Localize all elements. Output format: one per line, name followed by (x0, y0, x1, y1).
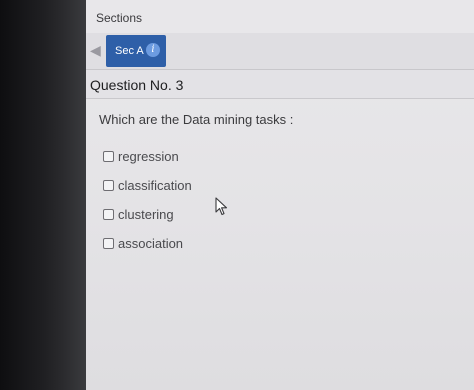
checkbox[interactable] (103, 179, 114, 191)
checkbox[interactable] (103, 150, 114, 162)
previous-section-icon[interactable]: ◀ (90, 42, 101, 59)
checkbox[interactable] (103, 208, 114, 220)
mouse-cursor-icon (215, 197, 228, 216)
sections-bar: Sections (86, 0, 474, 34)
monitor-bezel (0, 0, 62, 390)
option-label: association (118, 235, 184, 251)
sections-label: Sections (96, 11, 143, 25)
option-classification[interactable]: classification (103, 176, 192, 194)
option-label: classification (118, 177, 192, 193)
info-icon[interactable]: i (146, 43, 160, 57)
quiz-screen: Sections ◀ Sec A i Question No. 3 Which … (86, 0, 474, 390)
question-text: Which are the Data mining tasks : (99, 112, 294, 127)
question-number: Question No. 3 (90, 77, 184, 93)
section-tabs: ◀ Sec A i (86, 33, 474, 70)
screen-edge (62, 0, 86, 390)
option-clustering[interactable]: clustering (103, 205, 174, 223)
tab-sec-a-label: Sec A (115, 45, 144, 57)
checkbox[interactable] (103, 237, 114, 249)
option-association[interactable]: association (103, 234, 183, 252)
question-header: Question No. 3 (86, 70, 474, 99)
option-regression[interactable]: regression (103, 147, 179, 165)
tab-sec-a[interactable]: Sec A i (106, 35, 166, 67)
option-label: regression (118, 148, 179, 164)
option-label: clustering (118, 206, 174, 222)
